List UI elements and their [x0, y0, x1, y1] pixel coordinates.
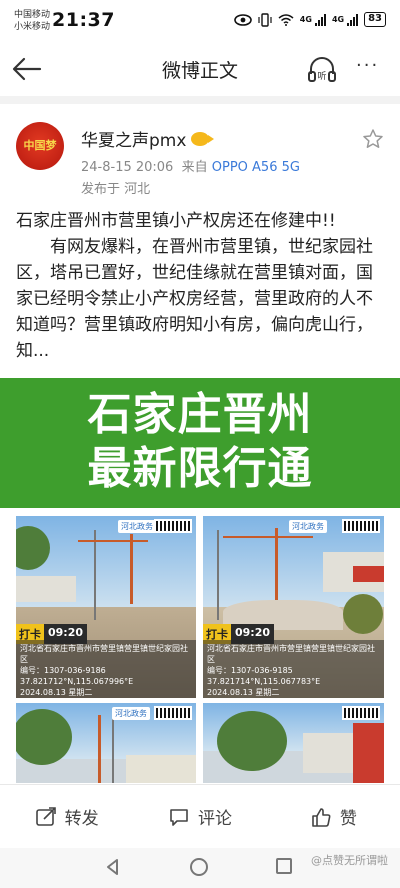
star-icon: [363, 129, 383, 148]
photo-building: [303, 733, 353, 773]
nav-bar: 微博正文 听 ···: [0, 42, 400, 96]
qr-code-icon: [154, 519, 192, 533]
photo-crane-arm: [78, 540, 148, 542]
loc-code: 编号：1307-036-9186: [20, 666, 106, 675]
photo-pole: [94, 530, 96, 620]
network-type-2: 4G: [331, 15, 345, 24]
status-time: 21:37: [52, 9, 115, 31]
favorite-button[interactable]: [362, 128, 384, 150]
post-body: 石家庄晋州市营里镇小产权房还在修建中!! 有网友爆料，在晋州市营里镇，世纪家园社…: [16, 208, 384, 364]
photo-crane: [275, 528, 278, 608]
headphones-icon: 听: [308, 57, 336, 82]
post-photo-3[interactable]: 河北政务: [16, 703, 196, 783]
status-bar: 中国移动 小米移动 21:37 4G 4G 83: [0, 0, 400, 42]
action-bar: 转发 评论 赞: [0, 784, 400, 848]
photo-qr-label: 河北政务: [118, 520, 156, 533]
post-photo-4[interactable]: [203, 703, 384, 783]
vibrate-icon: [258, 12, 272, 27]
system-back-icon[interactable]: [104, 858, 122, 876]
photo-building: [126, 755, 196, 783]
post-meta: 24-8-15 20:06 来自 OPPO A56 5G: [81, 156, 300, 175]
author-name-text: 华夏之声pmx: [81, 131, 187, 151]
promo-overlay-banner[interactable]: 石家庄晋州 最新限行通: [0, 378, 400, 508]
separator: [0, 96, 400, 104]
location-info-box: 河北省石家庄市晋州市营里镇营里镇世纪家园社区 编号：1307-036-9185 …: [203, 640, 384, 698]
photo-pole: [112, 711, 114, 783]
system-home-icon[interactable]: [190, 858, 208, 876]
photo-tree: [343, 594, 383, 634]
comment-label: 评论: [197, 809, 232, 829]
like-label: 赞: [339, 809, 357, 829]
battery-icon: 83: [364, 12, 386, 27]
author-name[interactable]: 华夏之声pmx: [81, 126, 215, 151]
repost-button[interactable]: 转发: [0, 785, 133, 848]
network-type-1: 4G: [299, 15, 312, 24]
comment-button[interactable]: 评论: [133, 785, 266, 848]
system-recents-icon[interactable]: [276, 858, 292, 874]
repost-icon: [35, 806, 56, 826]
repost-label: 转发: [64, 809, 99, 829]
wifi-icon: [278, 13, 294, 26]
comment-icon: [170, 808, 188, 826]
photo-building: [16, 576, 76, 602]
listen-button[interactable]: 听: [306, 54, 338, 84]
source-prefix: 来自: [181, 160, 208, 175]
carrier-name-1: 中国移动: [14, 10, 51, 20]
eye-icon: [233, 13, 252, 26]
qr-code-icon: [342, 519, 380, 533]
signal-icon-2: [347, 13, 359, 26]
loc-address: 河北省石家庄市晋州市营里镇营里镇世纪家园社区: [20, 644, 188, 664]
loc-code: 编号：1307-036-9185: [207, 666, 293, 675]
post-photo-2[interactable]: 河北政务 打卡 09:20 河北省石家庄市晋州市营里镇营里镇世纪家园社区 编号：1…: [203, 516, 384, 698]
thumbs-up-icon: [312, 807, 331, 827]
avatar-logo-text: 中国梦: [23, 139, 57, 152]
photo-qr-label: 河北政务: [289, 520, 327, 533]
carrier-info: 中国移动 小米移动: [14, 9, 50, 33]
post-datetime: 24-8-15 20:06: [81, 160, 174, 175]
loc-coords: 37.821712°N,115.067996°E: [20, 677, 134, 686]
like-button[interactable]: 赞: [267, 785, 400, 848]
photo-pole: [217, 530, 219, 620]
promo-overlay-text: 石家庄晋州 最新限行通: [0, 388, 400, 496]
photo-red-sign: [353, 723, 384, 783]
photo-red-sign: [353, 566, 384, 582]
qr-code-icon: [154, 706, 192, 720]
watermark: @点赞无所谓啦: [311, 854, 388, 867]
post-location: 发布于 河北: [81, 182, 151, 197]
loc-date: 2024.08.13 星期二: [20, 688, 93, 697]
photo-crane: [98, 715, 101, 783]
status-icons: 4G 4G 83: [233, 12, 386, 27]
post-photo-1[interactable]: 河北政务 打卡 09:20 河北省石家庄市晋州市营里镇营里镇世纪家园社区 编号：1…: [16, 516, 196, 698]
avatar[interactable]: 中国梦: [16, 122, 64, 170]
fish-badge-icon: [191, 131, 215, 146]
loc-date: 2024.08.13 星期二: [207, 688, 280, 697]
post-body-text: 有网友爆料，在晋州市营里镇，世纪家园社区，塔吊已置好，世纪佳缘就在营里镇对面，国…: [16, 237, 373, 361]
qr-code-icon: [342, 706, 380, 720]
promo-line-2: 最新限行通: [87, 443, 313, 494]
post-title-line: 石家庄晋州市营里镇小产权房还在修建中!!: [16, 211, 336, 231]
post-device[interactable]: OPPO A56 5G: [212, 160, 300, 175]
photo-qr-label: 河北政务: [112, 707, 150, 720]
listen-label: 听: [317, 71, 326, 82]
photo-crane: [130, 534, 133, 604]
location-info-box: 河北省石家庄市晋州市营里镇营里镇世纪家园社区 编号：1307-036-9186 …: [16, 640, 196, 698]
promo-line-1: 石家庄晋州: [87, 389, 313, 440]
system-nav-bar: @点赞无所谓啦: [0, 848, 400, 888]
photo-tree: [217, 711, 287, 771]
carrier-name-2: 小米移动: [14, 22, 51, 32]
page-title: 微博正文: [161, 60, 238, 82]
loc-coords: 37.821714°N,115.067783°E: [207, 677, 321, 686]
loc-address: 河北省石家庄市晋州市营里镇营里镇世纪家园社区: [207, 644, 375, 664]
photo-crane-arm: [223, 536, 313, 538]
signal-icon-1: [314, 13, 326, 26]
more-button[interactable]: ···: [356, 56, 386, 82]
